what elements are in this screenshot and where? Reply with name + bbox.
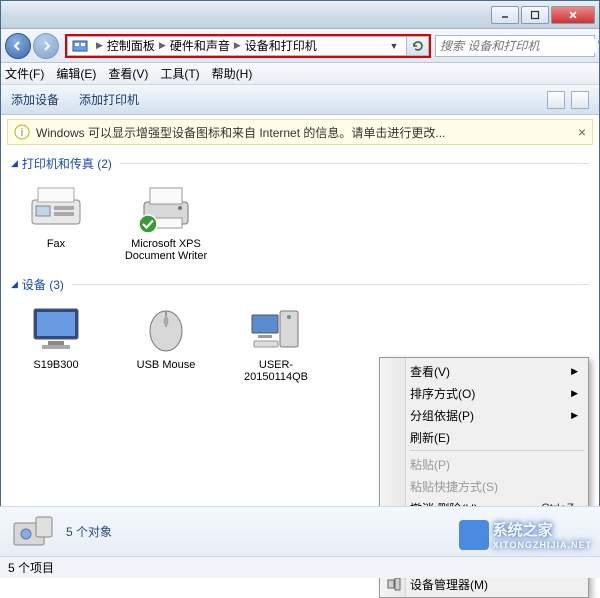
menu-file[interactable]: 文件(F) bbox=[5, 65, 44, 82]
minimize-button[interactable] bbox=[491, 6, 519, 24]
section-printers-header[interactable]: ◢ 打印机和传真 (2) bbox=[11, 155, 589, 172]
collapse-icon: ◢ bbox=[11, 158, 18, 169]
section-printers-title: 打印机和传真 (2) bbox=[22, 155, 112, 172]
devices-thumbnail-icon bbox=[12, 513, 56, 551]
ctx-refresh[interactable]: 刷新(E) bbox=[382, 426, 586, 448]
chevron-right-icon: ▶ bbox=[96, 40, 103, 51]
default-check-icon bbox=[138, 214, 158, 234]
collapse-icon: ◢ bbox=[11, 279, 18, 290]
search-input[interactable] bbox=[440, 39, 597, 53]
submenu-arrow-icon: ▶ bbox=[571, 410, 578, 421]
status-text: 5 个项目 bbox=[8, 559, 54, 576]
refresh-button[interactable] bbox=[407, 36, 429, 56]
close-button[interactable] bbox=[551, 6, 595, 24]
device-manager-icon bbox=[386, 576, 402, 592]
fax-icon bbox=[24, 180, 88, 234]
printer-icon bbox=[134, 180, 198, 234]
content-area: ◢ 打印机和传真 (2) Fax Microsoft XPS Document … bbox=[1, 147, 599, 507]
submenu-arrow-icon: ▶ bbox=[571, 366, 578, 377]
maximize-button[interactable] bbox=[521, 6, 549, 24]
monitor-icon bbox=[24, 301, 88, 355]
status-bar: 5 个项目 bbox=[0, 556, 600, 578]
ctx-sort[interactable]: 排序方式(O)▶ bbox=[382, 382, 586, 404]
ctx-view[interactable]: 查看(V)▶ bbox=[382, 360, 586, 382]
item-label: Fax bbox=[11, 238, 101, 250]
watermark-logo-icon bbox=[459, 520, 489, 550]
add-printer-button[interactable]: 添加打印机 bbox=[79, 91, 139, 108]
navbar: ▶ 控制面板 ▶ 硬件和声音 ▶ 设备和打印机 ▼ bbox=[1, 29, 599, 63]
breadcrumb-dropdown-icon[interactable]: ▼ bbox=[386, 41, 402, 51]
menu-help[interactable]: 帮助(H) bbox=[212, 65, 253, 82]
mouse-icon bbox=[134, 301, 198, 355]
toolbar: 添加设备 添加打印机 bbox=[1, 85, 599, 115]
breadcrumb-hardware-sound[interactable]: 硬件和声音 bbox=[170, 37, 230, 54]
breadcrumb-highlight: ▶ 控制面板 ▶ 硬件和声音 ▶ 设备和打印机 ▼ bbox=[65, 34, 431, 58]
chevron-right-icon: ▶ bbox=[159, 40, 166, 51]
breadcrumb-control-panel[interactable]: 控制面板 bbox=[107, 37, 155, 54]
device-item-mouse[interactable]: USB Mouse bbox=[121, 301, 211, 383]
back-button[interactable] bbox=[5, 33, 31, 59]
ctx-paste: 粘贴(P) bbox=[382, 453, 586, 475]
submenu-arrow-icon: ▶ bbox=[571, 388, 578, 399]
item-label: USER-20150114QB bbox=[231, 359, 321, 383]
titlebar bbox=[1, 1, 599, 29]
printer-item-xps[interactable]: Microsoft XPS Document Writer bbox=[121, 180, 211, 262]
computer-icon bbox=[244, 301, 308, 355]
printer-item-fax[interactable]: Fax bbox=[11, 180, 101, 262]
menu-edit[interactable]: 编辑(E) bbox=[56, 65, 96, 82]
search-box[interactable] bbox=[435, 35, 595, 57]
info-bar-text: Windows 可以显示增强型设备图标和来自 Internet 的信息。请单击进… bbox=[36, 124, 445, 141]
watermark-brand: 系统之家 bbox=[493, 522, 553, 539]
info-bar[interactable]: i Windows 可以显示增强型设备图标和来自 Internet 的信息。请单… bbox=[7, 119, 593, 145]
item-label: S19B300 bbox=[11, 359, 101, 371]
menubar: 文件(F) 编辑(E) 查看(V) 工具(T) 帮助(H) bbox=[1, 63, 599, 85]
watermark: 系统之家 XITONGZHIJIA.NET bbox=[459, 519, 592, 550]
item-label: Microsoft XPS Document Writer bbox=[121, 238, 211, 262]
section-devices-title: 设备 (3) bbox=[22, 276, 64, 293]
ctx-group[interactable]: 分组依据(P)▶ bbox=[382, 404, 586, 426]
add-device-button[interactable]: 添加设备 bbox=[11, 91, 59, 108]
device-item-monitor[interactable]: S19B300 bbox=[11, 301, 101, 383]
breadcrumb[interactable]: ▶ 控制面板 ▶ 硬件和声音 ▶ 设备和打印机 ▼ bbox=[67, 36, 407, 56]
item-label: USB Mouse bbox=[121, 359, 211, 371]
menu-tools[interactable]: 工具(T) bbox=[160, 65, 199, 82]
info-icon: i bbox=[14, 124, 30, 140]
chevron-right-icon: ▶ bbox=[234, 40, 241, 51]
info-bar-close[interactable]: × bbox=[578, 124, 586, 140]
details-text: 5 个对象 bbox=[66, 523, 112, 540]
watermark-url: XITONGZHIJIA.NET bbox=[493, 540, 592, 550]
forward-button[interactable] bbox=[33, 33, 59, 59]
svg-text:i: i bbox=[21, 127, 23, 139]
help-button[interactable] bbox=[571, 91, 589, 109]
breadcrumb-devices-printers[interactable]: 设备和打印机 bbox=[245, 37, 317, 54]
device-item-computer[interactable]: USER-20150114QB bbox=[231, 301, 321, 383]
ctx-paste-shortcut: 粘贴快捷方式(S) bbox=[382, 475, 586, 497]
section-devices-header[interactable]: ◢ 设备 (3) bbox=[11, 276, 589, 293]
view-options-button[interactable] bbox=[547, 91, 565, 109]
control-panel-icon bbox=[72, 38, 88, 54]
menu-view[interactable]: 查看(V) bbox=[108, 65, 148, 82]
